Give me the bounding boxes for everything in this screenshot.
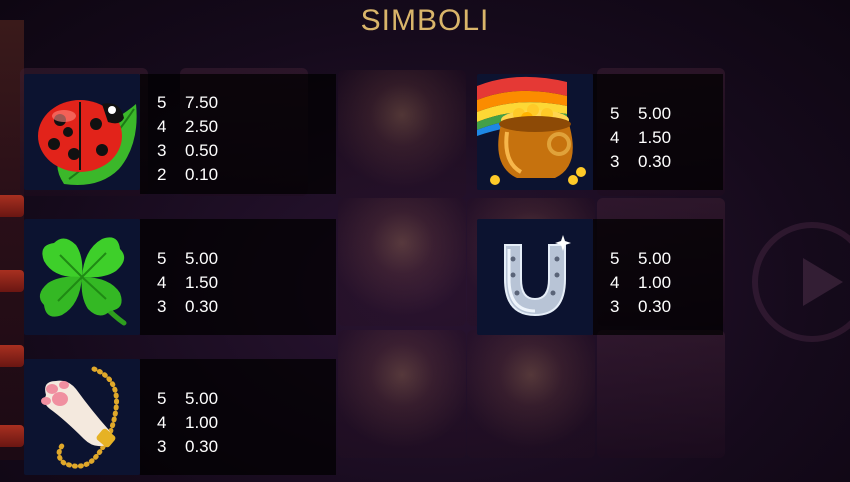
pot-of-gold-pay-panel: 5 5.00 4 1.50 3 0.30 bbox=[593, 74, 723, 190]
horseshoe-paytable: 5 5.00 4 1.00 3 0.30 bbox=[610, 247, 698, 319]
pay-row: 4 2.50 bbox=[157, 115, 245, 139]
pay-count: 3 bbox=[610, 152, 620, 171]
clover-paytable: 5 5.00 4 1.50 3 0.30 bbox=[157, 247, 245, 319]
pay-row: 4 1.50 bbox=[610, 126, 698, 150]
pay-row: 5 5.00 bbox=[610, 247, 698, 271]
pay-row: 4 1.00 bbox=[157, 411, 245, 435]
pay-row: 2 0.10 bbox=[157, 163, 245, 187]
page-title: SIMBOLI bbox=[360, 4, 490, 37]
pay-value: 0.10 bbox=[185, 165, 219, 184]
pay-value: 1.50 bbox=[638, 128, 672, 147]
rabbit-foot-icon bbox=[24, 359, 140, 475]
pay-value: 5.00 bbox=[638, 104, 672, 123]
rabbit-foot-pay-panel: 5 5.00 4 1.00 3 0.30 bbox=[140, 359, 336, 475]
pay-row: 4 1.00 bbox=[610, 271, 698, 295]
pay-count: 3 bbox=[157, 437, 167, 456]
horseshoe-icon bbox=[477, 219, 593, 335]
pay-count: 5 bbox=[610, 104, 620, 123]
pay-value: 0.30 bbox=[185, 297, 219, 316]
pay-value: 1.00 bbox=[185, 413, 219, 432]
pay-value: 0.30 bbox=[638, 297, 672, 316]
pay-count: 4 bbox=[610, 273, 620, 292]
four-leaf-clover-icon bbox=[24, 219, 140, 335]
pay-row: 3 0.30 bbox=[610, 150, 698, 174]
pay-value: 1.50 bbox=[185, 273, 219, 292]
pay-count: 5 bbox=[157, 389, 167, 408]
pay-value: 2.50 bbox=[185, 117, 219, 136]
horseshoe-pay-panel: 5 5.00 4 1.00 3 0.30 bbox=[593, 219, 723, 335]
rabbit-foot-paytable: 5 5.00 4 1.00 3 0.30 bbox=[157, 387, 245, 459]
pay-row: 5 5.00 bbox=[157, 387, 245, 411]
ladybug-icon bbox=[24, 74, 140, 190]
pay-row: 5 5.00 bbox=[157, 247, 245, 271]
pay-count: 4 bbox=[157, 117, 167, 136]
pay-count: 4 bbox=[157, 273, 167, 292]
pay-value: 7.50 bbox=[185, 93, 219, 112]
pay-count: 3 bbox=[610, 297, 620, 316]
pay-value: 0.30 bbox=[185, 437, 219, 456]
ladybug-paytable: 5 7.50 4 2.50 3 0.50 2 0.10 bbox=[157, 91, 245, 187]
pay-row: 5 7.50 bbox=[157, 91, 245, 115]
pay-count: 3 bbox=[157, 297, 167, 316]
pay-count: 2 bbox=[157, 165, 167, 184]
pay-value: 0.50 bbox=[185, 141, 219, 160]
pay-row: 3 0.30 bbox=[157, 295, 245, 319]
pot-of-gold-paytable: 5 5.00 4 1.50 3 0.30 bbox=[610, 102, 698, 174]
pay-value: 0.30 bbox=[638, 152, 672, 171]
pay-row: 3 0.50 bbox=[157, 139, 245, 163]
pay-count: 5 bbox=[157, 93, 167, 112]
pay-row: 5 5.00 bbox=[610, 102, 698, 126]
pay-value: 5.00 bbox=[185, 389, 219, 408]
pay-row: 3 0.30 bbox=[610, 295, 698, 319]
pay-value: 1.00 bbox=[638, 273, 672, 292]
ladybug-pay-panel: 5 7.50 4 2.50 3 0.50 2 0.10 bbox=[140, 74, 336, 194]
pay-count: 5 bbox=[157, 249, 167, 268]
pay-count: 5 bbox=[610, 249, 620, 268]
pay-row: 4 1.50 bbox=[157, 271, 245, 295]
pay-row: 3 0.30 bbox=[157, 435, 245, 459]
pay-value: 5.00 bbox=[638, 249, 672, 268]
pot-of-gold-icon bbox=[477, 74, 593, 190]
clover-pay-panel: 5 5.00 4 1.50 3 0.30 bbox=[140, 219, 336, 335]
pay-count: 4 bbox=[157, 413, 167, 432]
pay-value: 5.00 bbox=[185, 249, 219, 268]
pay-count: 4 bbox=[610, 128, 620, 147]
pay-count: 3 bbox=[157, 141, 167, 160]
